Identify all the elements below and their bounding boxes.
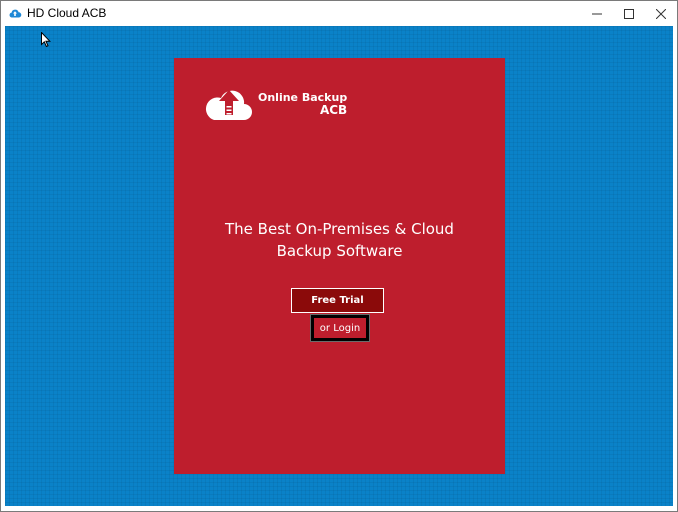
title-bar[interactable]: HD Cloud ACB [1, 1, 677, 25]
minimize-icon [592, 4, 602, 23]
logo-line-2: ACB [319, 103, 348, 117]
mouse-cursor-icon [41, 31, 51, 52]
logo-wordmark: Online Backup ACB [258, 91, 347, 117]
window-controls [581, 1, 677, 25]
cloud-icon [7, 5, 23, 21]
headline-line-1: The Best On-Premises & Cloud [225, 220, 454, 238]
free-trial-button[interactable]: Free Trial [291, 288, 384, 313]
maximize-button[interactable] [613, 1, 645, 25]
headline-line-2: Backup Software [276, 242, 403, 260]
app-window: HD Cloud ACB Online Backup ACB The Best … [0, 0, 678, 512]
headline: The Best On-Premises & Cloud Backup Soft… [174, 218, 505, 262]
brand-logo: Online Backup ACB [204, 84, 347, 124]
cloud-upload-icon [204, 84, 254, 124]
maximize-icon [624, 4, 634, 23]
welcome-panel: Online Backup ACB The Best On-Premises &… [174, 58, 505, 474]
minimize-button[interactable] [581, 1, 613, 25]
window-title: HD Cloud ACB [27, 6, 107, 20]
close-button[interactable] [645, 1, 677, 25]
close-icon [655, 4, 667, 23]
login-button[interactable]: or Login [310, 314, 370, 342]
client-area: Online Backup ACB The Best On-Premises &… [5, 26, 673, 506]
